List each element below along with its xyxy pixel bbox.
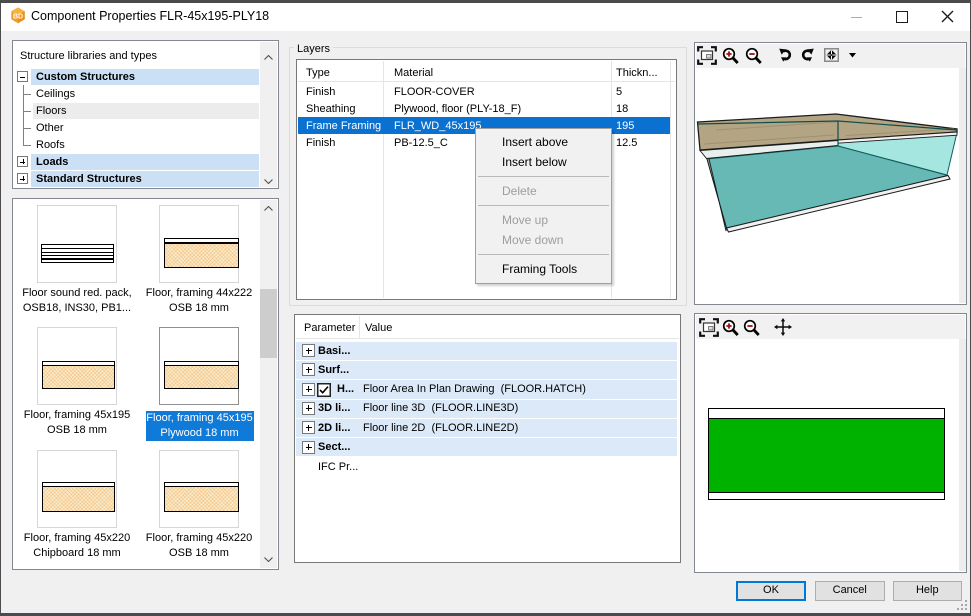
svg-text:BD: BD: [13, 13, 23, 20]
